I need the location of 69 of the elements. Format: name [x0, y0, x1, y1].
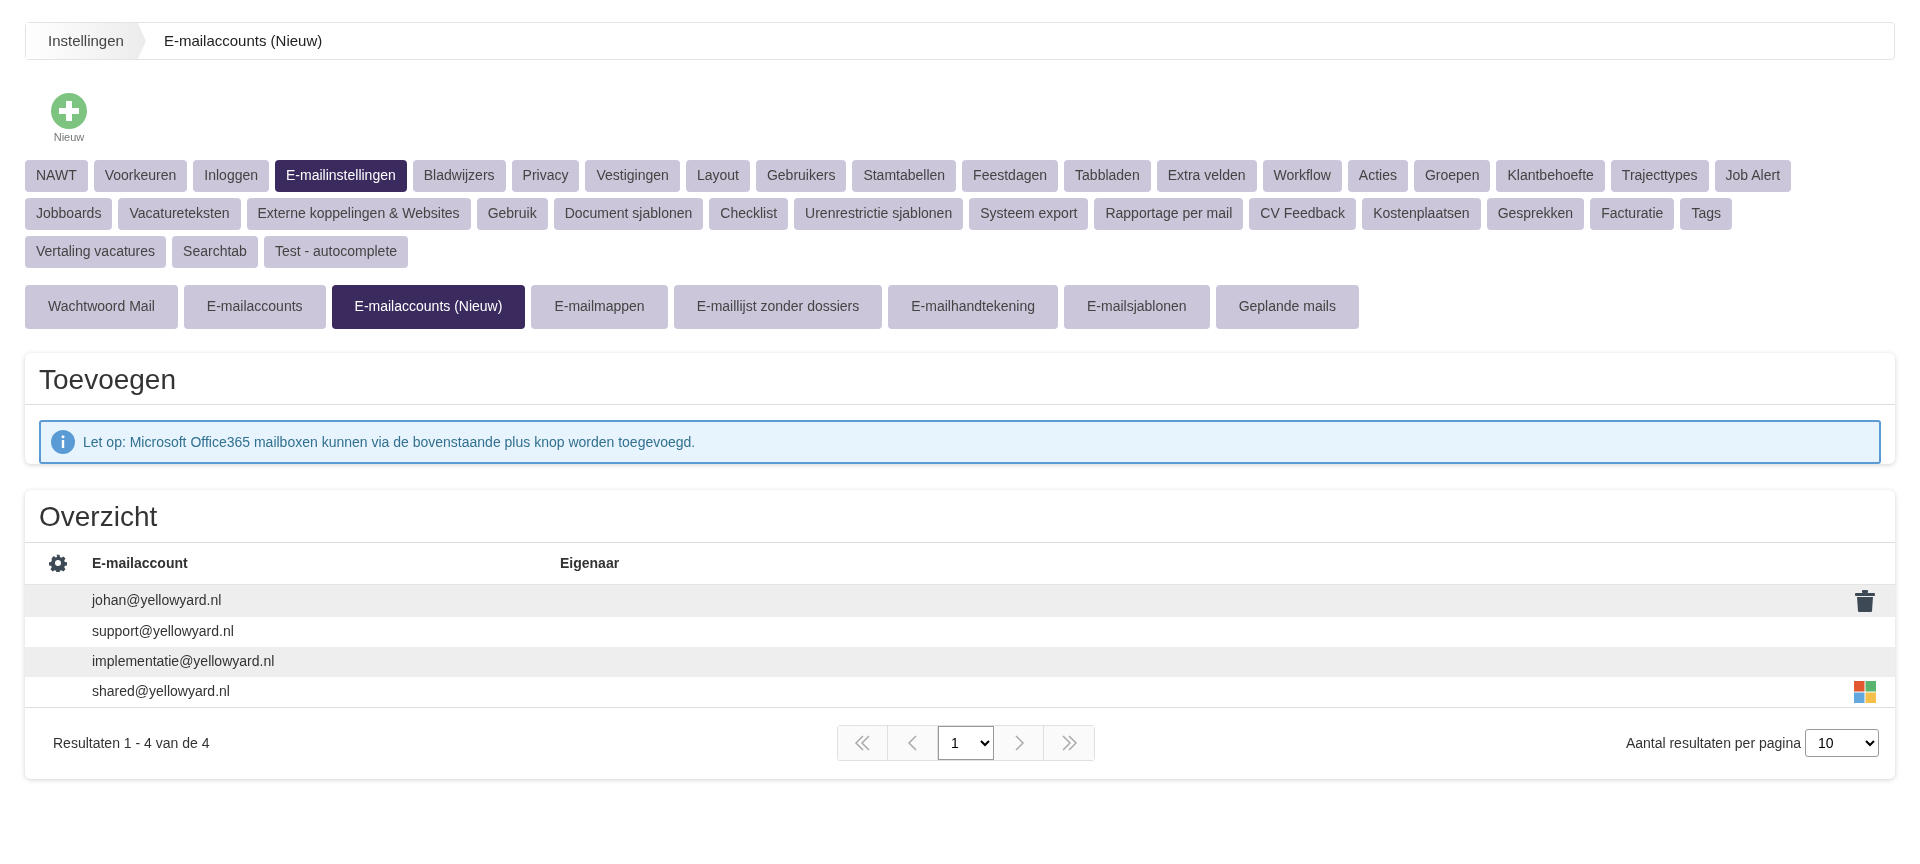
settings-tab[interactable]: Inloggen — [193, 159, 270, 192]
settings-tab[interactable]: Rapportage per mail — [1094, 197, 1244, 230]
settings-tab[interactable]: Feestdagen — [962, 159, 1059, 192]
settings-tab[interactable]: Test - autocomplete — [263, 235, 409, 268]
settings-tab[interactable]: Vertaling vacatures — [25, 235, 167, 268]
panel-title: Toevoegen — [25, 352, 1895, 406]
windows-logo-icon[interactable] — [1854, 680, 1876, 703]
previous-page-button[interactable] — [888, 726, 938, 761]
gear-icon[interactable] — [48, 554, 67, 573]
settings-tab[interactable]: Document sjablonen — [553, 197, 704, 230]
first-page-button[interactable] — [838, 726, 888, 761]
email-tab[interactable]: Geplande mails — [1215, 284, 1359, 329]
settings-tab[interactable]: Externe koppelingen & Websites — [246, 197, 471, 230]
settings-tab[interactable]: Bladwijzers — [412, 159, 506, 192]
settings-tab[interactable]: Klantbehoefte — [1496, 159, 1605, 192]
settings-tab[interactable]: Vacatureteksten — [118, 197, 241, 230]
results-text: Resultaten 1 - 4 van de 4 — [53, 734, 210, 751]
settings-tab[interactable]: NAWT — [25, 159, 88, 192]
info-icon — [51, 430, 75, 455]
per-page-label: Aantal resultaten per pagina — [1625, 733, 1801, 753]
info-text: Let op: Microsoft Office365 mailboxen kunnen via de bovenstaande plus knop worden toegevoegd. — [83, 432, 696, 452]
settings-tab[interactable]: Privacy — [511, 159, 580, 192]
breadcrumb-link[interactable]: Instellingen — [26, 23, 146, 59]
table-cell: support@yellowyard.nl — [92, 623, 234, 640]
settings-tab[interactable]: Jobboards — [25, 197, 113, 230]
settings-tab[interactable]: Urenrestrictie sjablonen — [794, 197, 964, 230]
trash-icon[interactable] — [1855, 589, 1875, 612]
table-cell: johan@yellowyard.nl — [92, 592, 222, 609]
table-cell: shared@yellowyard.nl — [92, 683, 230, 700]
settings-tab[interactable]: Vestigingen — [585, 159, 680, 192]
settings-tab[interactable]: Tabbladen — [1064, 159, 1151, 192]
plus-circle-icon — [51, 93, 87, 129]
settings-tab[interactable]: Facturatie — [1590, 197, 1675, 230]
settings-tab[interactable]: Trajecttypes — [1610, 159, 1709, 192]
settings-tab[interactable]: Kostenplaatsen — [1362, 197, 1481, 230]
email-tab[interactable]: E-mailhandtekening — [888, 284, 1058, 329]
per-page-select[interactable]: 10 — [1805, 729, 1879, 758]
settings-tab[interactable]: Acties — [1347, 159, 1408, 192]
next-page-button[interactable] — [994, 726, 1044, 761]
table-cell: implementatie@yellowyard.nl — [92, 653, 275, 670]
last-page-button[interactable] — [1044, 726, 1094, 761]
settings-tab[interactable]: E-mailinstellingen — [275, 159, 407, 192]
column-header: E-mailaccount — [91, 553, 189, 573]
settings-tab[interactable]: Stamtabellen — [852, 159, 957, 192]
column-header: Eigenaar — [560, 554, 620, 571]
settings-tab[interactable]: Layout — [685, 159, 750, 192]
settings-tab[interactable]: Checklist — [709, 197, 789, 230]
email-tab[interactable]: E-mailmappen — [531, 284, 668, 329]
panel-title: Overzicht — [25, 490, 1895, 543]
settings-tab[interactable]: Tags — [1680, 197, 1732, 230]
email-tab[interactable]: Wachtwoord Mail — [25, 284, 178, 329]
settings-tab[interactable]: Workflow — [1262, 159, 1342, 192]
settings-tab[interactable]: Gebruik — [476, 197, 548, 230]
new-button[interactable]: Nieuw — [51, 93, 87, 146]
page-select[interactable]: 1 — [938, 726, 994, 761]
email-tab[interactable]: E-mailsjablonen — [1064, 284, 1210, 329]
breadcrumb-current: E-mailaccounts (Nieuw) — [162, 30, 324, 51]
settings-tab[interactable]: Searchtab — [172, 235, 258, 268]
settings-tab[interactable]: Gebruikers — [755, 159, 847, 192]
email-tab[interactable]: E-maillijst zonder dossiers — [673, 284, 883, 329]
email-tab[interactable]: E-mailaccounts — [183, 284, 326, 329]
settings-tab[interactable]: Groepen — [1413, 159, 1491, 192]
settings-tab[interactable]: Voorkeuren — [93, 159, 188, 192]
settings-tab[interactable]: CV Feedback — [1249, 197, 1357, 230]
email-tab[interactable]: E-mailaccounts (Nieuw) — [331, 284, 526, 329]
settings-tab[interactable]: Systeem export — [969, 197, 1089, 230]
settings-tab[interactable]: Gesprekken — [1486, 197, 1585, 230]
settings-tab[interactable]: Extra velden — [1156, 159, 1257, 192]
settings-tab[interactable]: Job Alert — [1714, 159, 1792, 192]
